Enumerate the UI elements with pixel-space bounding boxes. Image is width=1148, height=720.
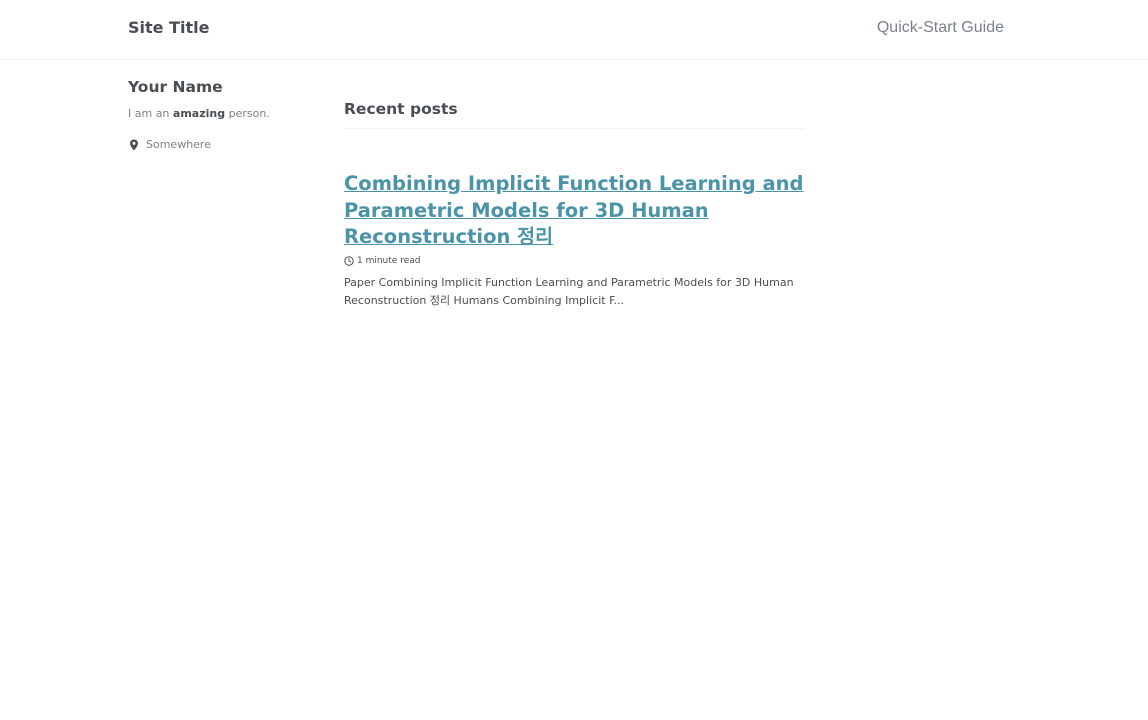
masthead: Site Title Quick-Start Guide [0,0,1148,60]
main-content: Recent posts Combining Implicit Function… [344,98,804,310]
author-location-label: Somewhere [146,138,211,151]
post-title-link[interactable]: Combining Implicit Function Learning and… [344,171,804,251]
post-excerpt: Paper Combining Implicit Function Learni… [344,275,794,307]
author-bio-suffix: person. [225,107,270,120]
author-name: Your Name [128,78,223,96]
site-title-link[interactable]: Site Title [128,18,209,37]
clock-icon [344,255,354,266]
author-bio-prefix: I am an [128,107,173,120]
post-read-time: 1 minute read [357,255,421,266]
author-sidebar: Your Name I am an amazing person. Somewh… [128,76,328,151]
map-marker-icon [130,139,138,150]
post-meta: 1 minute read [344,256,804,266]
author-bio-bold: amazing [172,107,226,120]
author-bio: I am an amazing person. [128,106,328,122]
post-item: Combining Implicit Function Learning and… [344,171,804,310]
archive-title: Recent posts [344,98,804,129]
nav-link-quick-start-guide[interactable]: Quick-Start Guide [877,19,1004,37]
author-location: Somewhere [128,138,328,151]
